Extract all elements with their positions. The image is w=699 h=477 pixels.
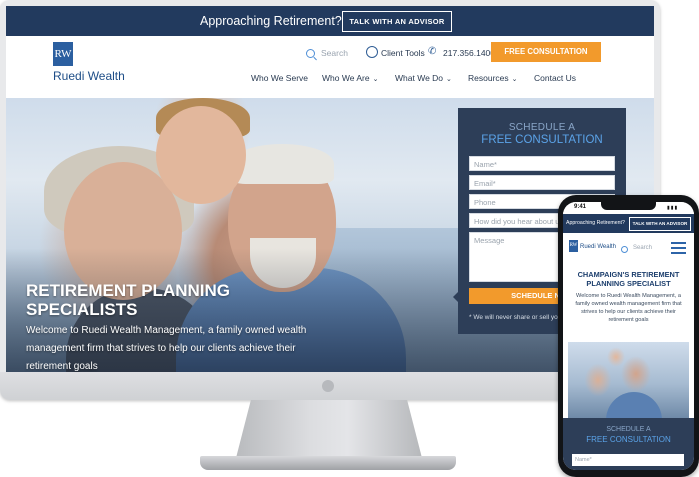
logo-text[interactable]: Ruedi Wealth xyxy=(53,69,125,83)
mobile-talk-with-advisor-button[interactable]: TALK WITH AN ADVISOR xyxy=(629,217,691,231)
mobile-logo-mark[interactable]: RW xyxy=(569,240,578,252)
free-consultation-button[interactable]: FREE CONSULTATION xyxy=(491,42,601,62)
chevron-down-icon: ⌄ xyxy=(446,76,452,83)
nav-what-we-do[interactable]: What We Do ⌄ xyxy=(395,73,452,83)
mobile-form-heading-line1: SCHEDULE A xyxy=(606,426,651,433)
mobile-form-heading-line2: FREE CONSULTATION xyxy=(586,435,671,444)
site-header: RW Ruedi Wealth Search Client Tools ✆ 21… xyxy=(6,36,654,98)
announcement-bar: Approaching Retirement? TALK WITH AN ADV… xyxy=(6,6,654,36)
mobile-announcement-text: Approaching Retirement? xyxy=(566,220,625,226)
phone-link[interactable]: 217.356.1400 xyxy=(443,48,495,58)
hero-figure xyxy=(606,392,662,418)
mobile-intro-text: Welcome to Ruedi Wealth Management, a fa… xyxy=(575,293,682,323)
mobile-screen: 9:41 ▮▮▮ Approaching Retirement? TALK WI… xyxy=(563,202,694,470)
nav-contact-us[interactable]: Contact Us xyxy=(534,73,576,83)
search-input[interactable]: Search xyxy=(321,48,348,58)
chevron-down-icon: ⌄ xyxy=(372,76,379,83)
announcement-text: Approaching Retirement? xyxy=(200,14,342,28)
search-icon[interactable] xyxy=(306,49,315,58)
user-icon xyxy=(366,46,378,58)
signal-icon: ▮▮▮ xyxy=(667,205,679,211)
phone-icon: ✆ xyxy=(428,46,437,57)
nav-who-we-serve[interactable]: Who We Serve xyxy=(251,73,308,83)
chevron-down-icon: ⌄ xyxy=(511,76,518,83)
nav-resources[interactable]: Resources ⌄ xyxy=(468,73,518,83)
search-icon[interactable] xyxy=(621,246,628,253)
hero-title: RETIREMENT PLANNING SPECIALISTS xyxy=(26,281,230,319)
hero-figure xyxy=(156,106,246,204)
mobile-consultation-form: SCHEDULE A FREE CONSULTATION Name* xyxy=(563,418,694,470)
email-field[interactable]: Email* xyxy=(469,175,615,190)
mobile-heading: CHAMPAIGN'S RETIREMENT PLANNING SPECIALI… xyxy=(577,270,680,288)
nav-label: Who We Serve xyxy=(251,73,309,83)
desktop-screen: Approaching Retirement? TALK WITH AN ADV… xyxy=(6,6,654,372)
mobile-device: 9:41 ▮▮▮ Approaching Retirement? TALK WI… xyxy=(558,195,699,477)
name-field[interactable]: Name* xyxy=(469,156,615,171)
apple-logo-icon xyxy=(322,380,334,392)
logo-mark[interactable]: RW xyxy=(53,42,73,66)
nav-who-we-are[interactable]: Who We Are ⌄ xyxy=(322,73,378,83)
mobile-name-field[interactable]: Name* xyxy=(572,454,684,466)
status-time: 9:41 xyxy=(574,204,587,210)
mobile-search-input[interactable]: Search xyxy=(633,245,652,251)
mobile-hero-image xyxy=(568,342,689,418)
status-bar: 9:41 ▮▮▮ xyxy=(563,202,694,214)
mobile-announcement-bar: Approaching Retirement? TALK WITH AN ADV… xyxy=(563,214,694,233)
nav-label: Who We Are xyxy=(322,73,370,83)
form-heading-line2: FREE CONSULTATION xyxy=(481,134,603,146)
monitor-base xyxy=(200,456,456,470)
phone-notch xyxy=(601,202,656,210)
nav-label: What We Do xyxy=(395,73,444,83)
talk-with-advisor-button[interactable]: TALK WITH AN ADVISOR xyxy=(342,11,452,32)
form-heading-line1: SCHEDULE A xyxy=(508,122,576,133)
hero-subtitle: Welcome to Ruedi Wealth Management, a fa… xyxy=(26,325,307,372)
monitor-stand xyxy=(236,400,422,458)
hamburger-menu-icon[interactable] xyxy=(671,242,686,254)
nav-label: Contact Us xyxy=(534,73,577,83)
mobile-logo-text[interactable]: Ruedi Wealth xyxy=(580,244,616,250)
client-tools-link[interactable]: Client Tools xyxy=(381,48,425,58)
nav-label: Resources xyxy=(468,73,509,83)
